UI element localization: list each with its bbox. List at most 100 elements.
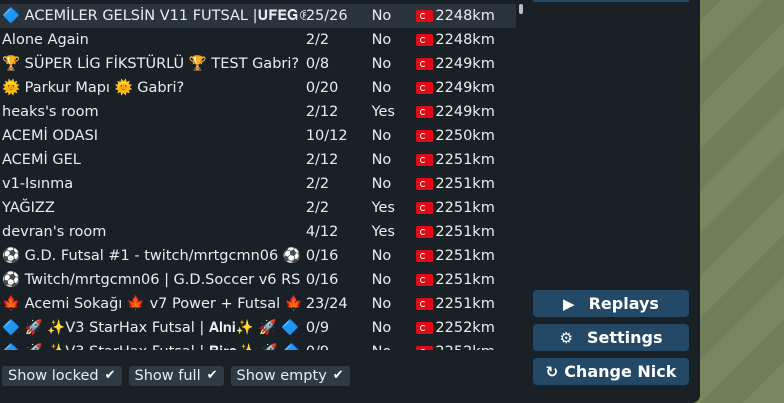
room-row[interactable]: heaks's room 2/12 Yes 2249km xyxy=(0,100,516,124)
room-row[interactable]: 🔷 🚀 ✨V3 StarHax Futsal | 𝐀𝐥𝐧𝐢✨ 🚀 🔷 0/9 No 2… xyxy=(0,316,516,340)
settings-button[interactable]: ⚙ Settings xyxy=(533,324,689,351)
turkey-flag-icon xyxy=(416,130,434,142)
room-password: No xyxy=(372,340,417,350)
room-password: No xyxy=(371,8,392,24)
room-distance: 2250km xyxy=(416,124,516,148)
room-password: No xyxy=(371,128,392,144)
play-icon: ▶ xyxy=(563,294,575,313)
check-icon: ✔ xyxy=(332,368,344,383)
room-row[interactable]: 🔷 ACEMİLER GELSİN V11 FUTSAL |𝐔𝐅𝐄𝐆® 25/26… xyxy=(0,4,516,28)
room-row[interactable]: 🏆 SÜPER LİG FİKSTÜRLÜ 🏆 TEST Gabri? 0/8 No… xyxy=(0,52,516,76)
room-distance-value: 2249km xyxy=(435,56,495,72)
top-button-edge[interactable] xyxy=(533,0,689,2)
turkey-flag-icon xyxy=(416,322,434,334)
room-name: 🔷 ACEMİLER GELSİN V11 FUTSAL |𝐔𝐅𝐄𝐆® xyxy=(2,8,306,24)
room-distance-value: 2252km xyxy=(435,320,495,336)
room-distance-value: 2248km xyxy=(435,8,495,24)
room-players: 0/9 xyxy=(305,320,330,336)
room-distance-value: 2249km xyxy=(435,80,495,96)
room-distance: 2252km xyxy=(416,340,516,350)
turkey-flag-icon xyxy=(416,346,434,350)
scrollbar-thumb[interactable] xyxy=(519,4,523,14)
turkey-flag-icon xyxy=(416,34,434,46)
room-row[interactable]: v1-Isınma 2/2 No 2251km xyxy=(0,172,516,196)
room-distance: 2249km xyxy=(416,76,516,100)
check-icon: ✔ xyxy=(206,368,218,383)
room-row[interactable]: ACEMİ ODASI 10/12 No 2250km xyxy=(0,124,516,148)
room-row[interactable]: ⚽ G.D. Futsal #1 - twitch/mrtgcmn06 ⚽ 0/1… xyxy=(0,244,516,268)
room-players: 23/24 xyxy=(305,296,348,312)
room-row[interactable]: Alone Again 2/2 No 2248km xyxy=(0,28,516,52)
room-password: No xyxy=(371,272,392,288)
room-name: v1-Isınma xyxy=(2,176,74,192)
room-row[interactable]: ACEMİ GEL 2/12 No 2251km xyxy=(0,148,516,172)
turkey-flag-icon xyxy=(416,106,434,118)
room-row[interactable]: ⚽ Twitch/mrtgcmn06 | G.D.Soccer v6 RS 0/1… xyxy=(0,268,516,292)
turkey-flag-icon xyxy=(416,202,434,214)
room-distance: 2251km xyxy=(416,148,516,172)
turkey-flag-icon xyxy=(416,10,434,22)
room-distance-value: 2252km xyxy=(435,340,494,350)
gear-icon: ⚙ xyxy=(559,328,573,347)
room-distance: 2251km xyxy=(416,172,516,196)
scrollbar[interactable] xyxy=(518,4,524,350)
room-row[interactable]: YAĞIZZ 2/2 Yes 2251km xyxy=(0,196,516,220)
room-distance: 2251km xyxy=(416,268,516,292)
turkey-flag-icon xyxy=(416,178,434,190)
refresh-icon: ↻ xyxy=(545,362,559,381)
room-distance: 2248km xyxy=(416,28,516,52)
turkey-flag-icon xyxy=(416,274,434,286)
room-players: 0/9 xyxy=(306,340,372,350)
room-players: 0/8 xyxy=(305,56,330,72)
room-password: No xyxy=(371,56,392,72)
room-distance-value: 2251km xyxy=(435,152,495,168)
room-password: Yes xyxy=(371,224,395,240)
room-row[interactable]: 🍁 Acemi Sokağı 🍁 v7 Power + Futsal 🍁 23/2… xyxy=(0,292,516,316)
room-password: No xyxy=(371,176,392,192)
room-name: 🍁 Acemi Sokağı 🍁 v7 Power + Futsal 🍁 xyxy=(2,296,303,312)
room-name: devran's room xyxy=(2,224,107,240)
room-row[interactable]: 🌞 Parkur Mapı 🌞 Gabri? 0/20 No 2249km xyxy=(0,76,516,100)
show-locked-toggle[interactable]: Show locked ✔ xyxy=(2,366,122,386)
room-distance-value: 2251km xyxy=(435,200,495,216)
show-full-toggle[interactable]: Show full ✔ xyxy=(128,366,224,386)
room-password: No xyxy=(371,248,392,264)
room-distance-value: 2250km xyxy=(435,128,495,144)
show-full-label: Show full xyxy=(134,368,201,384)
room-password: Yes xyxy=(371,200,395,216)
change-nick-label: Change Nick xyxy=(564,362,677,381)
show-empty-label: Show empty xyxy=(236,368,327,384)
room-row[interactable]: devran's room 4/12 Yes 2251km xyxy=(0,220,516,244)
turkey-flag-icon xyxy=(416,58,434,70)
room-distance-value: 2251km xyxy=(435,248,495,264)
room-name: 🔷 🚀 ✨V3 StarHax Futsal | 𝐁𝐢𝐫𝐞✨ 🚀 🔷 xyxy=(0,340,306,350)
room-name: ⚽ Twitch/mrtgcmn06 | G.D.Soccer v6 RS xyxy=(2,272,301,288)
room-password: Yes xyxy=(371,104,395,120)
turkey-flag-icon xyxy=(416,154,434,166)
room-players: 2/12 xyxy=(305,152,339,168)
change-nick-button[interactable]: ↻ Change Nick xyxy=(533,358,689,385)
room-distance-value: 2251km xyxy=(435,272,495,288)
room-distance-value: 2251km xyxy=(435,296,495,312)
room-players: 4/12 xyxy=(305,224,339,240)
room-name: 🏆 SÜPER LİG FİKSTÜRLÜ 🏆 TEST Gabri? xyxy=(2,56,300,72)
turkey-flag-icon xyxy=(416,82,434,94)
replays-button[interactable]: ▶ Replays xyxy=(533,290,689,317)
room-players: 0/16 xyxy=(305,248,339,264)
room-distance: 2251km xyxy=(416,196,516,220)
show-empty-toggle[interactable]: Show empty ✔ xyxy=(230,366,350,386)
room-players: 2/2 xyxy=(305,32,330,48)
room-distance: 2249km xyxy=(416,100,516,124)
room-name: 🔷 🚀 ✨V3 StarHax Futsal | 𝐀𝐥𝐧𝐢✨ 🚀 🔷 xyxy=(2,320,300,336)
room-name: heaks's room xyxy=(2,104,99,120)
turkey-flag-icon xyxy=(416,298,434,310)
room-name: ACEMİ ODASI xyxy=(2,128,99,144)
show-locked-label: Show locked xyxy=(8,368,99,384)
room-distance: 2252km xyxy=(416,316,516,340)
room-players: 10/12 xyxy=(305,128,348,144)
room-name: YAĞIZZ xyxy=(2,200,55,216)
settings-label: Settings xyxy=(586,328,663,347)
room-distance-value: 2251km xyxy=(435,224,495,240)
room-distance-value: 2249km xyxy=(435,104,495,120)
room-row[interactable]: 🔷 🚀 ✨V3 StarHax Futsal | 𝐁𝐢𝐫𝐞✨ 🚀 🔷0/9No 2… xyxy=(0,340,516,350)
